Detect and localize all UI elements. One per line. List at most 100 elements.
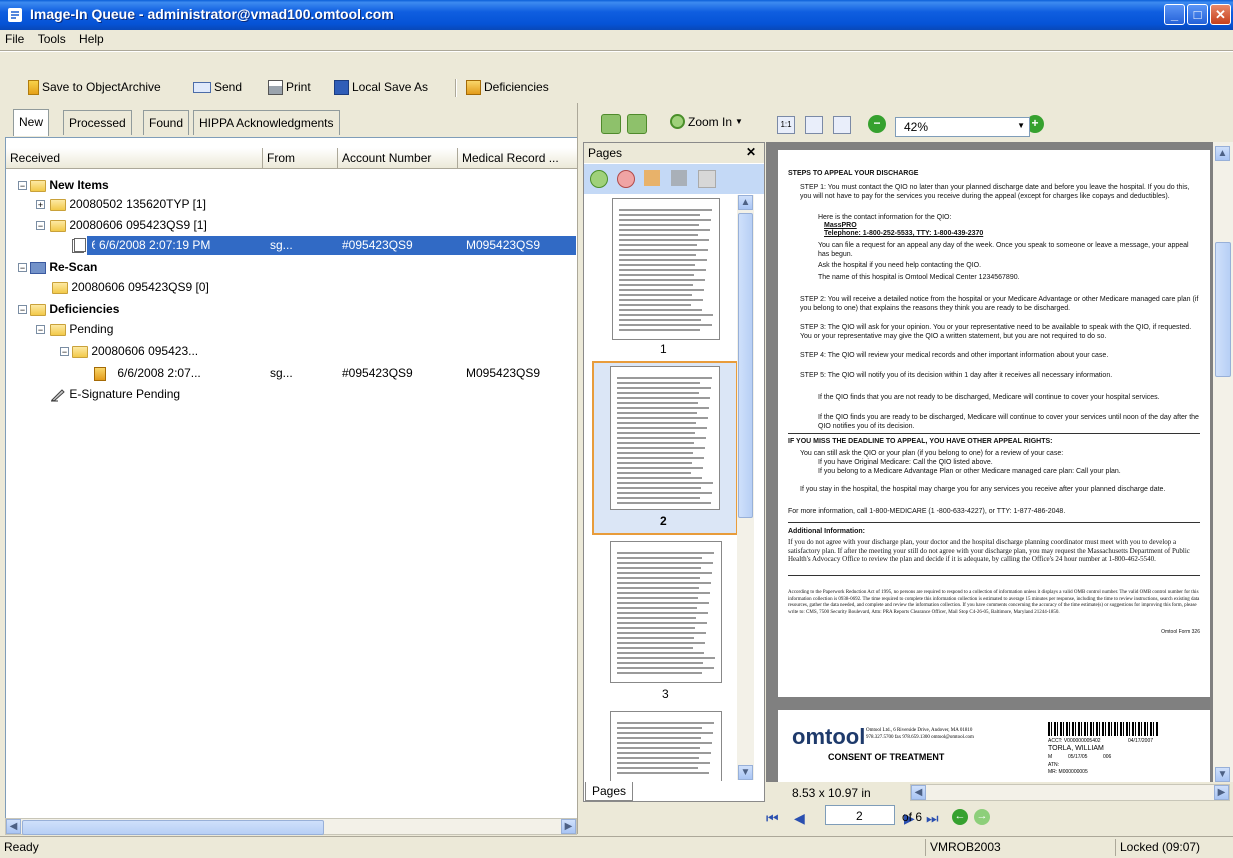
doc-deadline-heading: IF YOU MISS THE DEADLINE TO APPEAL, YOU … xyxy=(788,438,1053,445)
tab-new[interactable]: New xyxy=(13,109,50,136)
tree-node-batch[interactable]: 20080606 095423QS9 [0] xyxy=(52,278,209,297)
scroll-left-button[interactable]: ◀ xyxy=(911,785,926,800)
scroll-thumb[interactable] xyxy=(1215,242,1231,377)
column-account-number[interactable]: Account Number xyxy=(338,148,458,168)
thumbnail-scrollbar[interactable]: ▲ ▼ xyxy=(737,195,754,780)
tree-node-pending[interactable]: Pending xyxy=(50,320,113,339)
thumbnail-text-line xyxy=(619,279,705,281)
new-items-label: New Items xyxy=(49,178,109,192)
thumbnail-text-line xyxy=(617,617,696,619)
tab-hippa-acknowledgments[interactable]: HIPPA Acknowledgments xyxy=(193,110,340,135)
thumb-export-icon[interactable] xyxy=(698,170,716,188)
document-horizontal-scrollbar[interactable]: ◀ ▶ xyxy=(910,784,1230,801)
thumbnail-text-line xyxy=(619,329,700,331)
fit-page-icon[interactable] xyxy=(805,116,823,134)
column-received[interactable]: Received xyxy=(6,148,263,168)
window-title: Image-In Queue - administrator@vmad100.o… xyxy=(30,6,394,22)
thumb-zoom-in-icon[interactable] xyxy=(590,170,608,188)
page-thumbnail-1[interactable] xyxy=(612,198,720,340)
p2-acct: ACCT: V000000005402 xyxy=(1048,738,1101,744)
collapse-toggle[interactable]: − xyxy=(18,181,27,191)
menu-tools[interactable]: Tools xyxy=(33,30,71,48)
thumbnail-text-line xyxy=(617,442,694,444)
tree-node-rescan[interactable]: Re-Scan xyxy=(30,258,97,277)
collapse-toggle[interactable]: − xyxy=(36,325,45,335)
scroll-thumb[interactable] xyxy=(22,820,324,835)
column-medical-record[interactable]: Medical Record ... xyxy=(458,148,578,168)
collapse-toggle[interactable]: − xyxy=(36,221,45,231)
tree-node-batch[interactable]: 20080606 095423... xyxy=(72,342,198,361)
forward-icon[interactable]: → xyxy=(974,809,990,825)
page-thumbnail-2[interactable] xyxy=(610,366,720,510)
local-save-as-button[interactable]: Local Save As xyxy=(334,78,428,96)
scroll-left-button[interactable]: ◀ xyxy=(6,819,21,834)
expand-toggle[interactable]: + xyxy=(36,200,45,210)
thumbnail-text-line xyxy=(617,592,710,594)
deficiencies-button[interactable]: Deficiencies xyxy=(466,78,549,96)
scroll-down-button[interactable]: ▼ xyxy=(1215,767,1230,782)
scroll-right-button[interactable]: ▶ xyxy=(1214,785,1229,800)
doc-form-number: Omtool Form 326 xyxy=(1161,629,1200,635)
zoom-out-icon[interactable]: − xyxy=(868,115,886,133)
scroll-up-button[interactable]: ▲ xyxy=(738,195,753,210)
scroll-thumb[interactable] xyxy=(738,213,753,518)
first-page-icon[interactable]: ⏮ xyxy=(766,810,779,827)
thumbnail-text-line xyxy=(617,607,697,609)
scroll-down-button[interactable]: ▼ xyxy=(738,765,753,780)
thumbnail-text-line xyxy=(617,432,695,434)
previous-page-icon[interactable]: ◀ xyxy=(794,810,805,827)
minimize-button[interactable]: _ xyxy=(1164,4,1185,25)
thumbnail-text-line xyxy=(619,269,706,271)
thumbnail-text-line xyxy=(617,732,713,734)
thumbnail-label: 3 xyxy=(662,687,669,701)
tree-node-batch[interactable]: 20080502 135620TYP [1] xyxy=(50,195,206,214)
collapse-toggle[interactable]: − xyxy=(18,263,27,273)
print-button[interactable]: Print xyxy=(268,78,311,96)
folder-icon xyxy=(30,179,46,192)
thumb-zoom-out-icon[interactable] xyxy=(617,170,635,188)
close-button[interactable]: ✕ xyxy=(1210,4,1231,25)
document-vertical-scrollbar[interactable]: ▲ ▼ xyxy=(1213,142,1233,782)
tab-pages[interactable]: Pages xyxy=(585,782,633,801)
doc-original: If you have Original Medicare: Call the … xyxy=(818,459,993,466)
actual-size-icon[interactable]: 1:1 xyxy=(777,116,795,134)
current-page-input[interactable]: 2 xyxy=(825,805,895,825)
page-thumbnail-4[interactable] xyxy=(610,711,722,781)
scroll-up-button[interactable]: ▲ xyxy=(1215,146,1230,161)
thumbnail-text-line xyxy=(617,762,710,764)
zoom-level-select[interactable]: 42% ▼ xyxy=(895,117,1030,137)
maximize-button[interactable]: □ xyxy=(1187,4,1208,25)
fit-width-icon[interactable] xyxy=(833,116,851,134)
thumb-print-icon[interactable] xyxy=(671,170,687,186)
tab-found[interactable]: Found xyxy=(143,110,190,135)
page-thumbnail-3[interactable] xyxy=(610,541,722,683)
table-row[interactable]: 6/6/2008 2:07... xyxy=(94,364,201,383)
collapse-toggle[interactable]: − xyxy=(18,305,27,315)
tab-processed[interactable]: Processed xyxy=(63,110,132,135)
magnifier-icon xyxy=(670,114,685,129)
chevron-down-icon: ▼ xyxy=(735,117,743,126)
thumb-edit-icon[interactable] xyxy=(644,170,660,186)
send-button[interactable]: Send xyxy=(193,78,242,96)
tree-node-batch[interactable]: 20080606 095423QS9 [1] xyxy=(50,216,207,235)
close-panel-icon[interactable]: ✕ xyxy=(746,145,756,159)
send-icon xyxy=(193,81,211,93)
last-page-icon[interactable]: ⏭ xyxy=(926,810,939,827)
column-from[interactable]: From xyxy=(263,148,338,168)
rotate-right-icon[interactable] xyxy=(627,114,647,134)
menu-file[interactable]: File xyxy=(0,30,29,48)
thumbnail-text-line xyxy=(619,254,696,256)
tree-node-esignature[interactable]: E-Signature Pending xyxy=(50,385,180,404)
menu-help[interactable]: Help xyxy=(74,30,109,48)
tree-node-new-items[interactable]: New Items xyxy=(30,176,109,195)
save-to-archive-button[interactable]: Save to ObjectArchive xyxy=(28,78,161,96)
collapse-toggle[interactable]: − xyxy=(60,347,69,357)
zoom-in-dropdown[interactable]: Zoom In ▼ xyxy=(670,114,743,129)
tree-node-deficiencies[interactable]: Deficiencies xyxy=(30,300,119,319)
back-icon[interactable]: ← xyxy=(952,809,968,825)
scroll-right-button[interactable]: ▶ xyxy=(561,819,576,834)
horizontal-scrollbar[interactable]: ◀ ▶ xyxy=(5,818,577,835)
rotate-left-icon[interactable] xyxy=(601,114,621,134)
thumbnail-text-line xyxy=(617,397,710,399)
thumbnail-text-line xyxy=(617,472,691,474)
